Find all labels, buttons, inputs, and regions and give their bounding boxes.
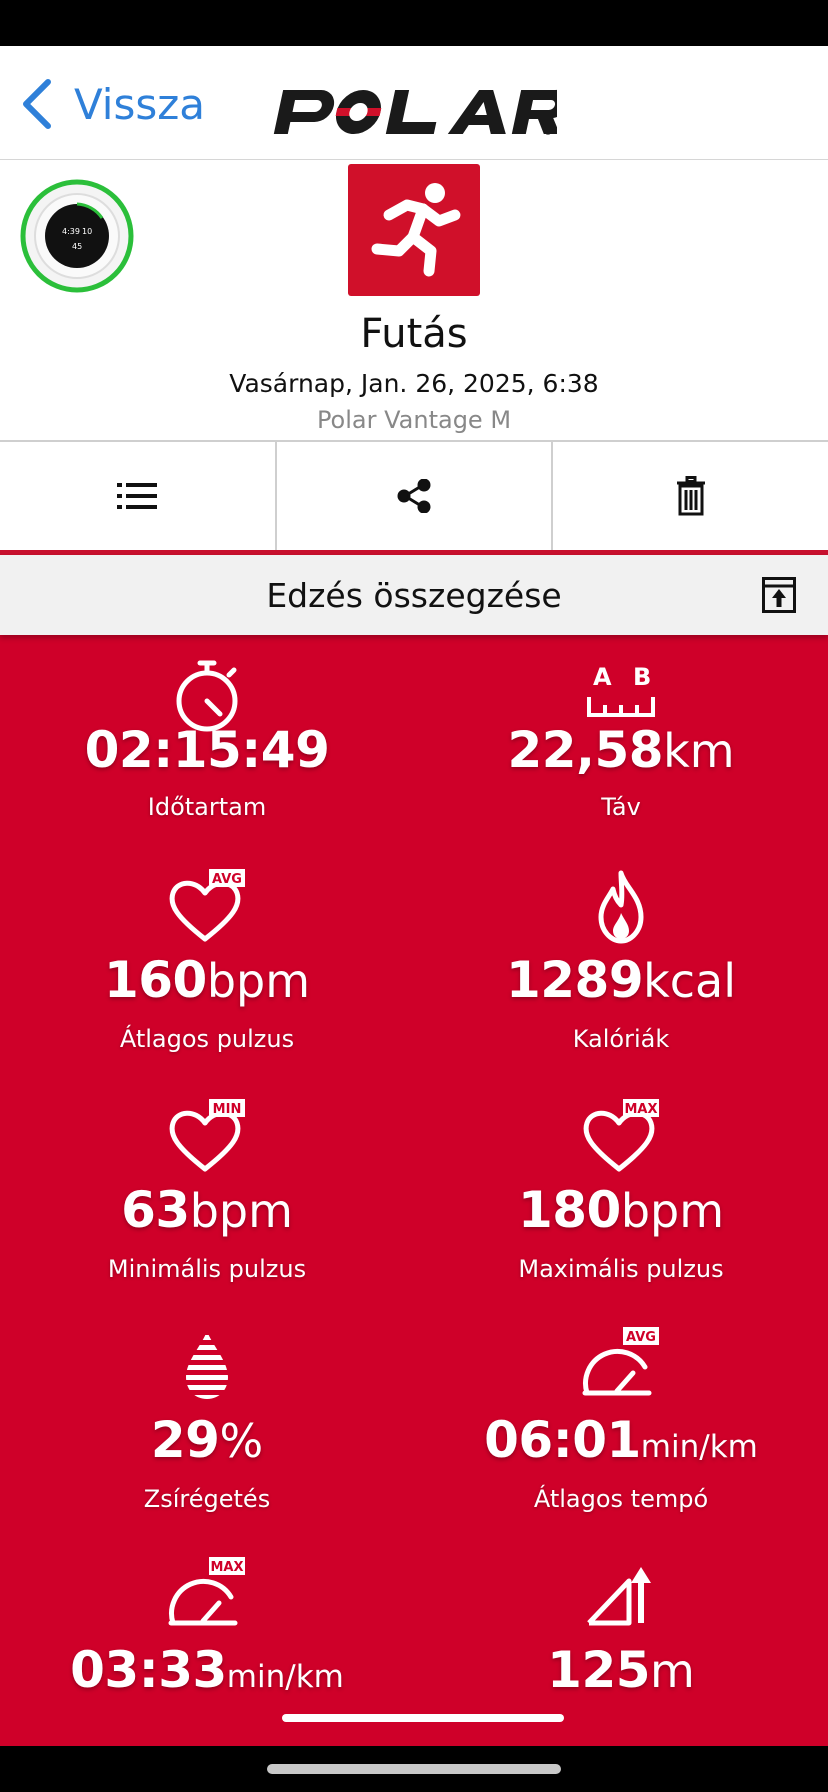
- stat-max-hr-label: Maximális pulzus: [518, 1255, 724, 1283]
- stat-min-hr-label: Minimális pulzus: [107, 1255, 307, 1283]
- watch-line3: 45: [72, 242, 82, 251]
- heart-max-icon: MAX: [583, 1099, 659, 1172]
- stat-duration-value: 02:15:49: [84, 721, 330, 779]
- device-name: Polar Vantage M: [316, 406, 512, 434]
- flame-icon: [598, 870, 644, 944]
- share-button[interactable]: [277, 442, 554, 550]
- distance-b-letter: B: [633, 663, 651, 691]
- back-button[interactable]: Vissza: [18, 76, 205, 132]
- stat-avg-pace-unit: min/km: [640, 1429, 758, 1465]
- ascent-icon: [587, 1567, 651, 1626]
- min-badge: MIN: [213, 1102, 242, 1117]
- avg-pace-badge: AVG: [626, 1330, 656, 1345]
- app-screen: Vissza 4:39 10 45 Futás Vasárnap, Jan. 2…: [0, 46, 828, 1746]
- stat-fat-burn-label: Zsírégetés: [143, 1485, 271, 1513]
- stat-avg-hr-value: 160: [103, 951, 207, 1009]
- scroll-overlay-bar: [282, 1714, 564, 1722]
- stat-calories-value: 1289: [505, 951, 644, 1009]
- stat-avg-pace-label: Átlagos tempó: [533, 1485, 709, 1513]
- stat-avg-hr-label: Átlagos pulzus: [119, 1025, 295, 1053]
- watch-line2: 10: [82, 227, 92, 236]
- stat-max-hr-value: 180: [517, 1181, 621, 1239]
- stat-ascent-unit: m: [650, 1644, 695, 1698]
- heart-avg-icon: AVG: [169, 869, 245, 942]
- stat-max-pace-unit: min/km: [226, 1659, 344, 1695]
- stat-distance-unit: km: [663, 724, 735, 778]
- details-list-button[interactable]: [0, 442, 277, 550]
- stat-min-hr-value: 63: [121, 1181, 190, 1239]
- stat-avg-pace-value: 06:01: [484, 1411, 641, 1469]
- stats-grid: 02:15:49 Időtartam A B 22,58km Táv AVG 1…: [0, 635, 828, 1746]
- fat-burn-icon: [186, 1335, 228, 1399]
- stat-max-hr-unit: bpm: [620, 1184, 725, 1238]
- stat-calories-unit: kcal: [643, 954, 737, 1008]
- pace-avg-icon: AVG: [582, 1327, 659, 1396]
- session-date: Vasárnap, Jan. 26, 2025, 6:38: [229, 369, 599, 398]
- pace-max-icon: MAX: [168, 1557, 245, 1626]
- sport-title: Futás: [360, 311, 468, 357]
- heart-min-icon: MIN: [169, 1099, 245, 1172]
- stat-distance-label: Táv: [601, 793, 641, 821]
- summary-title: Edzés összegzése: [266, 575, 562, 615]
- chevron-left-icon: [23, 79, 51, 129]
- stat-ascent-value: 125: [547, 1641, 651, 1699]
- stat-fat-burn-value: 29: [150, 1411, 220, 1469]
- runner-icon: [371, 183, 461, 277]
- summary-header: Edzés összegzése: [0, 555, 828, 635]
- stat-max-pace-value: 03:33: [70, 1641, 227, 1699]
- action-bar: [0, 440, 828, 550]
- back-label: Vissza: [74, 79, 206, 129]
- stat-distance-value: 22,58: [507, 721, 664, 779]
- stat-calories-label: Kalóriák: [572, 1025, 670, 1053]
- nav-bar: Vissza: [0, 46, 828, 160]
- stat-fat-burn-unit: %: [219, 1414, 264, 1468]
- stat-avg-hr-unit: bpm: [206, 954, 311, 1008]
- max-pace-badge: MAX: [210, 1560, 243, 1575]
- watch-line1: 4:39: [62, 227, 80, 236]
- running-sport-icon: [348, 164, 480, 296]
- share-icon: [397, 479, 431, 513]
- stat-min-hr-unit: bpm: [189, 1184, 293, 1238]
- avg-badge: AVG: [212, 872, 242, 887]
- delete-button[interactable]: [553, 442, 828, 550]
- stat-duration-label: Időtartam: [147, 793, 267, 821]
- max-badge: MAX: [624, 1102, 657, 1117]
- list-icon: [117, 483, 158, 509]
- distance-ab-icon: A B: [587, 663, 655, 717]
- device-watch-icon[interactable]: 4:39 10 45: [18, 177, 136, 295]
- polar-logo: [273, 89, 557, 135]
- distance-a-letter: A: [593, 663, 612, 691]
- home-indicator[interactable]: [267, 1764, 561, 1774]
- trash-icon: [676, 476, 705, 516]
- export-icon[interactable]: [762, 577, 796, 613]
- status-bar: [0, 0, 828, 46]
